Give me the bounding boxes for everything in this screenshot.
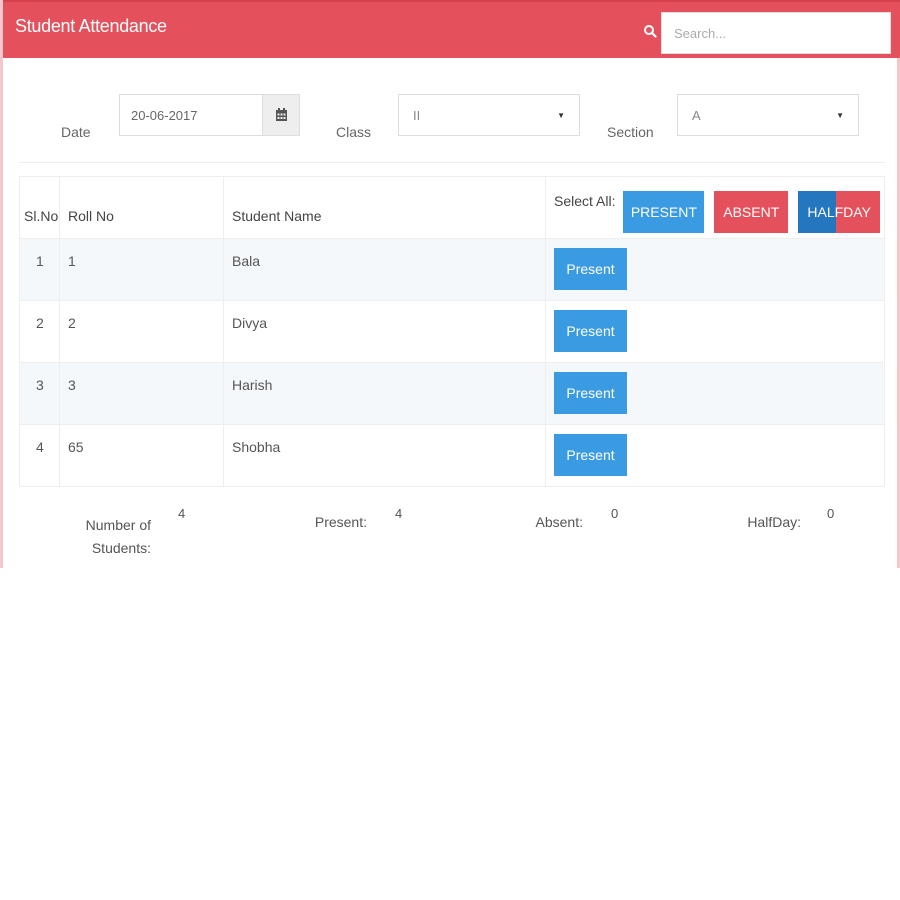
panel-header: Student Attendance [3,0,900,58]
attendance-panel: Student Attendance Date Class II ▼ Secti… [0,0,900,568]
section-select[interactable]: A ▼ [677,94,859,136]
page-title: Student Attendance [15,16,167,36]
row-roll-no: 3 [59,362,224,425]
summary-present-label: Present: [314,514,367,530]
date-field[interactable] [119,94,263,136]
row-student-name: Shobha [223,424,546,487]
class-label: Class [336,124,372,140]
summary-present-value: 4 [395,506,403,521]
header-student-name: Student Name [223,176,546,239]
table-row: 1 1 Bala Present [19,238,885,301]
present-button[interactable]: Present [554,434,627,476]
table-row: 2 2 Divya Present [19,300,885,363]
row-action-cell: Present [545,362,885,425]
row-sl-no: 3 [19,362,60,425]
row-action-cell: Present [545,300,885,363]
select-all-label: Select All: [554,192,616,209]
present-button[interactable]: Present [554,372,627,414]
class-select-value: II [413,107,421,123]
chevron-down-icon: ▼ [836,110,844,120]
row-action-cell: Present [545,238,885,301]
chevron-down-icon: ▼ [557,110,565,120]
calendar-icon [275,108,287,121]
select-all-absent-button[interactable]: ABSENT [714,190,789,233]
header-actions: Select All: PRESENT ABSENT HALFDAY [545,176,885,239]
summary-halfday-label: HalfDay: [747,514,801,530]
section-label: Section [607,124,654,140]
header-roll-no: Roll No [59,176,224,239]
summary-absent-label: Absent: [535,514,583,530]
row-action-cell: Present [545,424,885,487]
table-row: 3 3 Harish Present [19,362,885,425]
attendance-table: Sl.No Roll No Student Name Select All: P… [19,176,885,487]
row-student-name: Bala [223,238,546,301]
summary-halfday-value: 0 [827,506,835,521]
summary-students-label: Number of Students: [85,517,151,556]
row-roll-no: 2 [59,300,224,363]
row-roll-no: 1 [59,238,224,301]
row-roll-no: 65 [59,424,224,487]
select-all-halfday-button[interactable]: HALFDAY [798,190,881,233]
row-sl-no: 1 [19,238,60,301]
search-icon[interactable] [643,24,657,38]
section-select-value: A [692,107,701,123]
summary-students-value: 4 [178,506,186,521]
calendar-button[interactable] [262,94,300,136]
row-sl-no: 4 [19,424,60,487]
present-button[interactable]: Present [554,310,627,352]
row-student-name: Divya [223,300,546,363]
select-all-present-button[interactable]: PRESENT [623,190,705,233]
summary-absent-value: 0 [611,506,619,521]
row-student-name: Harish [223,362,546,425]
present-button[interactable]: Present [554,248,627,290]
divider [19,162,885,163]
row-sl-no: 2 [19,300,60,363]
table-header-row: Sl.No Roll No Student Name Select All: P… [19,176,885,239]
header-sl-no: Sl.No [19,176,60,239]
date-label: Date [61,124,91,140]
class-select[interactable]: II ▼ [398,94,580,136]
table-row: 4 65 Shobha Present [19,424,885,487]
search-input[interactable] [661,12,891,54]
